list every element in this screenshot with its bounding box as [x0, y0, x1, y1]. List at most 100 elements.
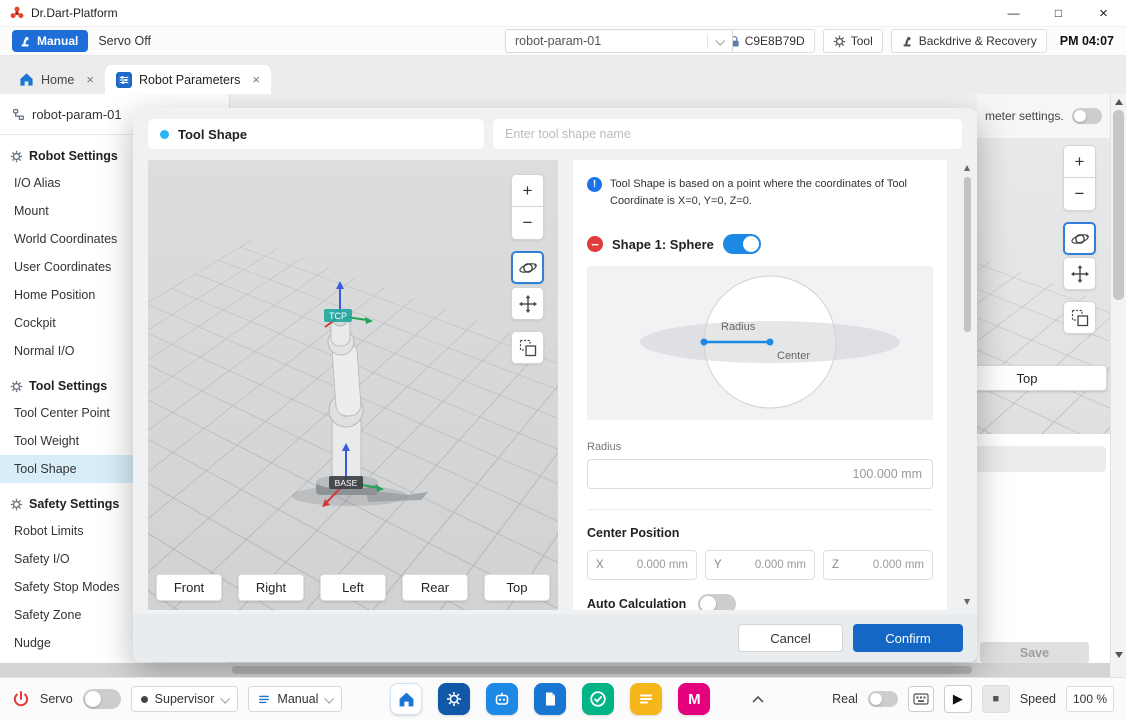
mode-select[interactable]: Manual	[248, 686, 342, 712]
tab-home-close-icon[interactable]: ×	[86, 72, 94, 87]
pan-button[interactable]	[511, 287, 544, 320]
pan-arrows-icon	[518, 294, 538, 314]
checklist-app-icon[interactable]	[582, 683, 614, 715]
settings-toggle[interactable]	[1072, 108, 1102, 124]
horizontal-scrollbar-thumb[interactable]	[232, 666, 972, 674]
servo-label: Servo	[40, 692, 73, 706]
module-m-app-icon[interactable]: M	[678, 683, 710, 715]
shape-enable-toggle[interactable]	[723, 234, 761, 254]
background-settings-row: meter settings.	[977, 94, 1110, 138]
zoom-in-button[interactable]: +	[511, 174, 544, 207]
zoom-out-button[interactable]: −	[511, 207, 544, 240]
dock-collapse-button[interactable]	[746, 687, 770, 711]
pan-button[interactable]	[1063, 257, 1096, 290]
play-button[interactable]: ▶	[944, 685, 972, 713]
info-text: Tool Shape is based on a point where the…	[610, 176, 933, 210]
diagram-center-label: Center	[777, 350, 810, 362]
maximize-icon[interactable]: □	[1036, 0, 1081, 26]
robot-param-select[interactable]: robot-param-01	[505, 29, 733, 53]
panel-scrollbar[interactable]	[963, 165, 971, 605]
view-rear-button[interactable]: Rear	[402, 574, 468, 601]
view-right-button[interactable]: Right	[238, 574, 304, 601]
view-left-button[interactable]: Left	[320, 574, 386, 601]
axis-y-label: Y	[714, 559, 722, 571]
home-app-icon[interactable]	[390, 683, 422, 715]
confirm-button[interactable]: Confirm	[853, 624, 963, 652]
tool-button[interactable]: Tool	[823, 29, 883, 53]
projection-button[interactable]	[511, 331, 544, 364]
auto-calculation-toggle[interactable]	[698, 594, 736, 610]
cancel-button[interactable]: Cancel	[738, 624, 843, 652]
workspace: robot-param-01 Robot Settings I/O Alias …	[0, 94, 1126, 677]
stop-button[interactable]: ■	[982, 685, 1010, 713]
orbit-icon	[1070, 229, 1090, 249]
sidebar-param-header-label: robot-param-01	[32, 107, 122, 122]
main-vertical-scrollbar[interactable]	[1110, 94, 1126, 663]
tab-robot-parameters-close-icon[interactable]: ×	[252, 72, 260, 87]
main-horizontal-scrollbar[interactable]	[0, 663, 1110, 677]
projection-button[interactable]	[1063, 301, 1096, 334]
real-mode-toggle[interactable]	[868, 691, 898, 707]
radius-input[interactable]	[598, 467, 922, 481]
robot-app-icon[interactable]	[486, 683, 518, 715]
scroll-up-icon[interactable]	[964, 165, 970, 171]
servo-status-text: Servo Off	[98, 34, 151, 48]
center-z-input[interactable]	[843, 559, 924, 571]
tab-robot-parameters[interactable]: Robot Parameters ×	[105, 65, 271, 94]
dialog-3d-viewport[interactable]: TCP BASE + −	[148, 160, 558, 610]
section-safety-settings-label: Safety Settings	[29, 497, 119, 511]
pan-arrows-icon	[1070, 264, 1090, 284]
zoom-in-button[interactable]: +	[1063, 145, 1096, 178]
speed-value-box[interactable]: 100 %	[1066, 686, 1114, 712]
power-icon[interactable]	[12, 690, 30, 708]
view-front-button[interactable]: Front	[156, 574, 222, 601]
save-button[interactable]: Save	[980, 642, 1089, 663]
bottom-status-bar: Servo Supervisor Manual M Real ▶	[0, 677, 1126, 720]
dr-dart-platform-window: Dr.Dart-Platform — □ × Manual Servo Off …	[0, 0, 1126, 720]
axis-x-label: X	[596, 559, 604, 571]
scrollbar-thumb[interactable]	[1113, 110, 1124, 300]
scrollbar-thumb[interactable]	[964, 177, 971, 332]
chevron-down-icon	[325, 693, 335, 703]
role-select[interactable]: Supervisor	[131, 686, 239, 712]
tab-home[interactable]: Home ×	[8, 65, 105, 94]
blue-dot-icon	[160, 130, 169, 139]
scroll-up-icon[interactable]	[1115, 99, 1123, 105]
background-content-panel: meter settings. + − Top Save	[977, 94, 1110, 663]
gear-icon	[833, 35, 846, 48]
section-tool-settings-label: Tool Settings	[29, 379, 107, 393]
tasks-app-icon[interactable]	[630, 683, 662, 715]
backdrive-recovery-button[interactable]: Backdrive & Recovery	[891, 29, 1047, 53]
center-x-input[interactable]	[608, 559, 688, 571]
dialog-header: Tool Shape	[133, 108, 977, 160]
scroll-down-icon[interactable]	[1115, 652, 1123, 658]
tool-label: Tool	[851, 34, 873, 48]
center-position-label: Center Position	[573, 510, 947, 550]
manual-mode-button[interactable]: Manual	[12, 30, 88, 52]
orbit-rotate-button[interactable]	[1063, 222, 1096, 255]
jog-pad-button[interactable]	[908, 686, 934, 712]
scroll-down-icon[interactable]	[964, 599, 970, 605]
chevron-down-icon	[715, 35, 725, 45]
close-icon[interactable]: ×	[1081, 0, 1126, 26]
section-robot-settings-label: Robot Settings	[29, 149, 118, 163]
sphere-diagram: Radius Center	[587, 266, 933, 420]
device-id-chip[interactable]: C9E8B79D	[719, 29, 815, 53]
info-row: ! Tool Shape is based on a point where t…	[573, 160, 947, 220]
tool-shape-name-input[interactable]	[493, 119, 962, 149]
remove-shape-icon[interactable]: −	[587, 236, 603, 252]
backdrive-label: Backdrive & Recovery	[919, 34, 1037, 48]
shape-header-row: − Shape 1: Sphere	[573, 220, 947, 266]
center-y-input[interactable]	[726, 559, 806, 571]
view-top-button[interactable]: Top	[484, 574, 550, 601]
home-icon	[19, 72, 34, 87]
dialog-footer: Cancel Confirm	[133, 614, 977, 662]
minimize-icon[interactable]: —	[991, 0, 1036, 26]
orbit-rotate-button[interactable]	[511, 251, 544, 284]
servo-toggle[interactable]	[83, 689, 121, 709]
robot-params-app-icon[interactable]	[438, 683, 470, 715]
tool-shape-dialog: Tool Shape	[133, 108, 977, 662]
robot-arm-icon	[19, 35, 32, 48]
zoom-out-button[interactable]: −	[1063, 178, 1096, 211]
document-app-icon[interactable]	[534, 683, 566, 715]
